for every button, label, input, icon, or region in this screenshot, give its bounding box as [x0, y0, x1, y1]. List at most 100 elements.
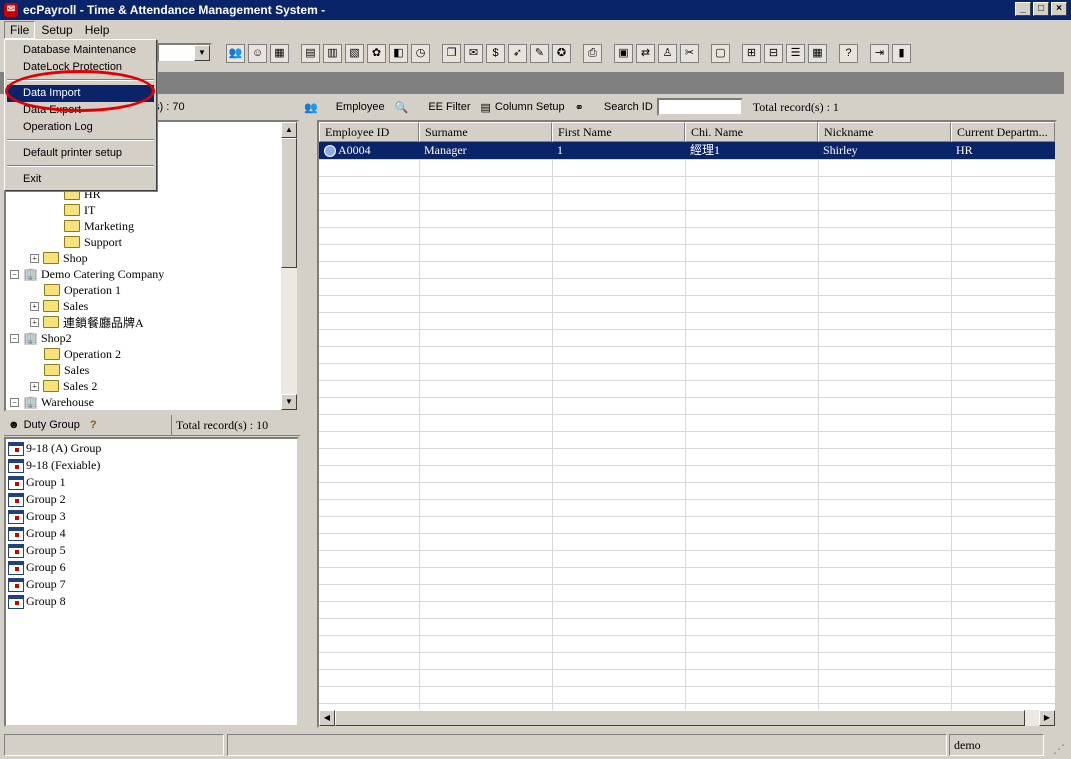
list-item[interactable]: 9-18 (A) Group — [8, 440, 101, 457]
tree-node[interactable]: + Sales — [30, 298, 88, 314]
grid-line — [319, 686, 1055, 687]
tree-node[interactable]: + Shop — [30, 250, 88, 266]
list-item[interactable]: Group 3 — [8, 508, 66, 525]
collapse-icon[interactable]: − — [10, 333, 19, 343]
transfer-icon[interactable]: ⇄ — [636, 44, 655, 63]
scroll-down-icon[interactable]: ▼ — [281, 394, 297, 410]
status-pane — [227, 734, 947, 756]
print-icon[interactable]: ⎙ — [583, 44, 602, 63]
door-icon[interactable]: ◧ — [389, 44, 408, 63]
minimize-button[interactable]: _ — [1015, 2, 1031, 16]
tree-node[interactable]: Marketing — [64, 218, 134, 234]
menu-item-default-printer-setup[interactable]: Default printer setup — [7, 145, 154, 162]
search-id-input[interactable] — [656, 98, 743, 116]
edit-icon[interactable]: ✎ — [530, 44, 549, 63]
tree-node[interactable]: Operation 2 — [44, 346, 121, 362]
column-header[interactable]: Surname — [419, 122, 552, 142]
user-icon[interactable]: ☺ — [248, 44, 267, 63]
ee-filter-button[interactable]: 🔍 EE Filter — [395, 101, 471, 114]
list-item[interactable]: Group 1 — [8, 474, 66, 491]
table-row[interactable]: A0004 Manager 1 經理1 Shirley HR — [319, 142, 1055, 159]
tree-node[interactable]: − 🏢 Shop2 — [10, 330, 72, 346]
scroll-thumb[interactable] — [335, 710, 1025, 726]
mail-icon[interactable]: ✉ — [464, 44, 483, 63]
tree-scrollbar[interactable]: ▲ ▼ — [281, 122, 297, 410]
building-icon: 🏢 — [23, 395, 38, 409]
column-header[interactable]: Employee ID — [319, 122, 419, 142]
tree-node[interactable]: Operation 1 — [44, 282, 121, 298]
menu-item-exit[interactable]: Exit — [7, 171, 154, 188]
tree-node[interactable]: − 🏢 Warehouse — [10, 394, 94, 410]
menu-help[interactable]: Help — [79, 21, 116, 39]
maximize-button[interactable]: □ — [1033, 2, 1049, 16]
collapse-icon[interactable]: − — [10, 397, 19, 407]
tools-icon[interactable]: ✂ — [680, 44, 699, 63]
tree-node[interactable]: − 🏢 Demo Catering Company — [10, 266, 164, 282]
scroll-thumb[interactable] — [281, 138, 297, 268]
money-icon[interactable]: $ — [486, 44, 505, 63]
help-icon[interactable]: ? — [90, 419, 97, 431]
menu-item-operation-log[interactable]: Operation Log — [7, 119, 154, 136]
employees-icon[interactable]: 👥 — [226, 44, 245, 63]
list-item[interactable]: Group 4 — [8, 525, 66, 542]
document-icon[interactable]: ▢ — [711, 44, 730, 63]
chevron-down-icon[interactable]: ▼ — [194, 45, 210, 61]
column-header[interactable]: Nickname — [818, 122, 951, 142]
scroll-left-icon[interactable]: ◀ — [319, 710, 335, 726]
tree-view-icon[interactable]: ⊞ — [742, 44, 761, 63]
column-header[interactable]: Chi. Name — [685, 122, 818, 142]
scroll-right-icon[interactable]: ▶ — [1039, 710, 1055, 726]
list-view-icon[interactable]: ☰ — [786, 44, 805, 63]
collapse-icon[interactable]: − — [10, 269, 19, 279]
logoff-icon[interactable]: ⇥ — [870, 44, 889, 63]
copy-icon[interactable]: ❐ — [442, 44, 461, 63]
employee-grid[interactable]: Employee ID Surname First Name Chi. Name… — [317, 120, 1057, 728]
employee-button[interactable]: 👥 Employee — [304, 101, 385, 114]
run-icon[interactable]: ➶ — [508, 44, 527, 63]
expand-icon[interactable]: + — [30, 317, 39, 327]
list-item[interactable]: Group 6 — [8, 559, 66, 576]
menu-file[interactable]: File — [4, 21, 36, 39]
org-chart-icon[interactable]: ♙ — [658, 44, 677, 63]
duty-group-title: Duty Group — [23, 418, 80, 431]
list-item[interactable]: 9-18 (Fexiable) — [8, 457, 100, 474]
column-setup-button[interactable]: ▤ Column Setup — [481, 101, 565, 114]
shop-icon[interactable]: ▦ — [270, 44, 289, 63]
grid-line — [319, 346, 1055, 347]
close-button[interactable]: × — [1051, 2, 1067, 16]
tree-node[interactable]: + 連鎖餐廳品牌A — [30, 314, 144, 330]
clock-icon[interactable]: ◷ — [411, 44, 430, 63]
monitor-icon[interactable]: ▣ — [614, 44, 633, 63]
window-title: ecPayroll - Time & Attendance Management… — [23, 3, 326, 17]
tree-node[interactable]: Support — [64, 234, 122, 250]
column-header[interactable]: Current Departm... — [951, 122, 1055, 142]
hierarchy-icon[interactable]: ⊟ — [764, 44, 783, 63]
tree-node[interactable]: Sales — [44, 362, 89, 378]
settings-icon[interactable]: ✿ — [367, 44, 386, 63]
list-item[interactable]: Group 7 — [8, 576, 66, 593]
grid-horizontal-scrollbar[interactable]: ◀ ▶ — [319, 710, 1055, 726]
tree-node[interactable]: IT — [64, 202, 95, 218]
list-item[interactable]: Group 8 — [8, 593, 66, 610]
resize-grip-icon[interactable]: ⋰ — [1053, 742, 1065, 756]
expand-icon[interactable]: + — [30, 301, 39, 311]
expand-icon[interactable]: + — [30, 381, 39, 391]
column-header[interactable]: First Name — [552, 122, 685, 142]
detail-view-icon[interactable]: ▦ — [808, 44, 827, 63]
tree-node[interactable]: + Sales 2 — [30, 378, 97, 394]
department-cell: HR — [956, 143, 973, 157]
report-icon[interactable]: ▥ — [323, 44, 342, 63]
award-icon[interactable]: ✪ — [552, 44, 571, 63]
list-item[interactable]: Group 5 — [8, 542, 66, 559]
exit-icon[interactable]: ▮ — [892, 44, 911, 63]
help-icon[interactable]: ? — [839, 44, 858, 63]
list-item[interactable]: Group 2 — [8, 491, 66, 508]
duty-group-list[interactable]: 9-18 (A) Group 9-18 (Fexiable) Group 1 G… — [4, 437, 299, 727]
menu-item-database-maintenance[interactable]: Database Maintenance — [7, 42, 154, 59]
scroll-up-icon[interactable]: ▲ — [281, 122, 297, 138]
company-combo[interactable]: ▼ — [157, 43, 212, 63]
menu-setup[interactable]: Setup — [35, 21, 78, 39]
chart-icon[interactable]: ▧ — [345, 44, 364, 63]
book-icon[interactable]: ▤ — [301, 44, 320, 63]
expand-icon[interactable]: + — [30, 253, 39, 263]
